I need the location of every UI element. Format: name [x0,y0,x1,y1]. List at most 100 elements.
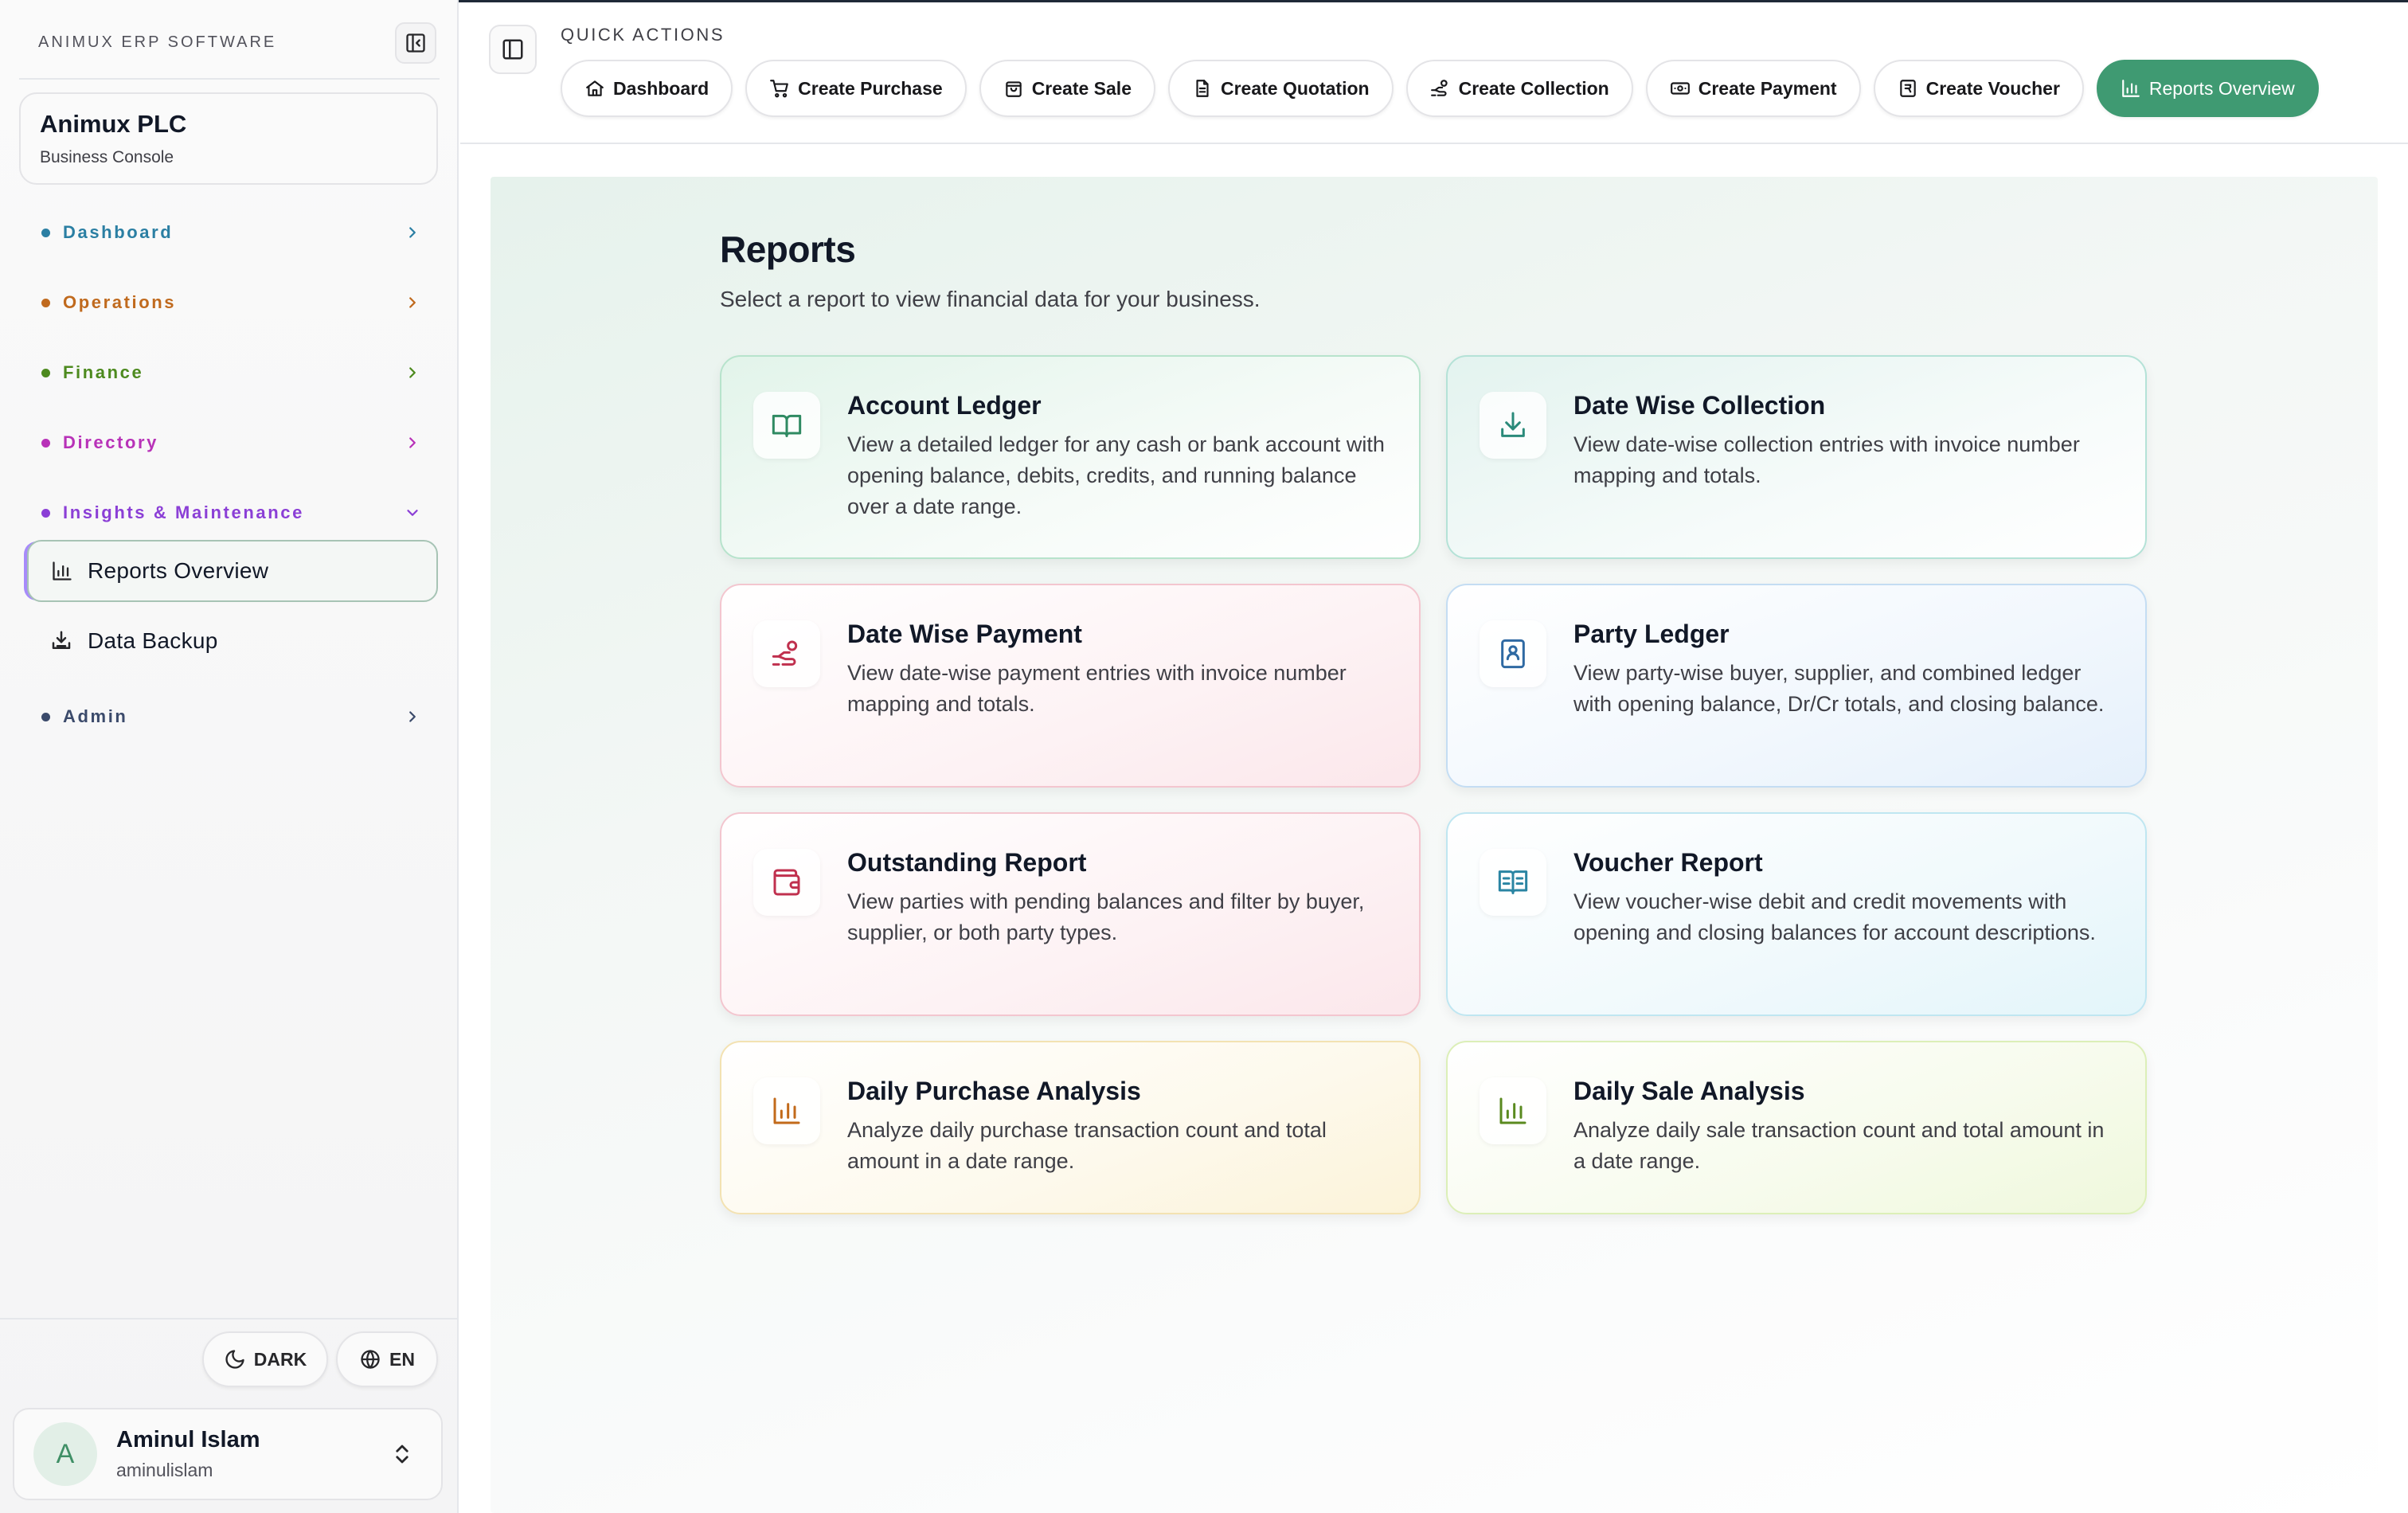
sidebar-group-directory[interactable]: Directory [19,419,438,467]
report-card-description: View date-wise payment entries with invo… [847,661,1347,717]
cart-icon [770,80,788,98]
bar-chart-icon [753,1077,820,1144]
report-card-daily-purchase-analysis[interactable]: Daily Purchase Analysis Analyze daily pu… [720,1041,1421,1214]
report-card-description: View party-wise buyer, supplier, and com… [1573,661,2105,717]
report-card-description: Analyze daily purchase transaction count… [847,1118,1327,1174]
hand-coins-icon [753,620,820,687]
report-card-title: Voucher Report [1573,848,1763,877]
page-subtitle: Select a report to view financial data f… [720,287,1261,311]
panel-left-icon [502,39,523,60]
group-dot [41,228,50,237]
report-card-description: View a detailed ledger for any cash or b… [847,432,1385,519]
organization-name: Animux PLC [40,110,187,138]
quick-action-create-payment[interactable]: Create Payment [1645,60,1861,117]
group-dot [41,438,50,448]
chevrons-up-down-icon[interactable] [382,1434,422,1474]
sidebar-group-label: Dashboard [63,222,174,242]
quick-action-reports-overview[interactable]: Reports Overview [2096,60,2319,117]
report-card-description: Analyze daily sale transaction count and… [1573,1118,2105,1174]
sidebar-group-finance[interactable]: Finance [19,349,438,397]
sidebar-group-insights[interactable]: Insights & Maintenance [19,489,438,537]
sidebar-group-admin[interactable]: Admin [19,693,438,741]
organization-card[interactable]: Animux PLC Business Console [19,92,438,185]
page-title: Reports [720,229,856,270]
report-card-date-wise-collection[interactable]: Date Wise Collection View date-wise coll… [1446,355,2147,559]
report-card-outstanding-report[interactable]: Outstanding Report View parties with pen… [720,812,1421,1016]
home-icon [586,80,604,96]
chevron-right-icon [397,427,428,459]
quick-action-label: Create Purchase [798,77,943,99]
report-card-date-wise-payment[interactable]: Date Wise Payment View date-wise payment… [720,584,1421,788]
quick-action-create-collection[interactable]: Create Collection [1405,60,1633,117]
quick-action-create-voucher[interactable]: Create Voucher [1873,60,2084,117]
wallet-icon [753,849,820,916]
user-menu[interactable]: A Aminul Islam aminulislam [13,1408,443,1500]
download-tray-icon [1480,392,1546,459]
quick-action-label: Create Payment [1698,77,1837,99]
sidebar-item-data-backup[interactable]: Data Backup [27,610,438,672]
chevron-right-icon [397,287,428,319]
quick-action-create-sale[interactable]: Create Sale [979,60,1155,117]
chevron-right-icon [397,701,428,733]
report-card-daily-sale-analysis[interactable]: Daily Sale Analysis Analyze daily sale t… [1446,1041,2147,1214]
bar-chart-icon [2122,80,2140,97]
report-card-title: Account Ledger [847,391,1042,420]
quick-action-create-purchase[interactable]: Create Purchase [745,60,967,117]
bar-chart-icon [53,561,72,581]
bag-icon [1005,81,1022,97]
report-card-title: Daily Sale Analysis [1573,1077,1805,1105]
quick-action-label: Create Voucher [1925,77,2060,99]
hand-coins-icon [1430,80,1448,96]
user-handle: aminulislam [116,1460,213,1480]
download-tray-icon [52,631,71,649]
language-toggle-label: EN [389,1348,415,1370]
quick-action-dashboard[interactable]: Dashboard [561,60,733,117]
quick-action-create-quotation[interactable]: Create Quotation [1168,60,1394,117]
chevron-right-icon [397,217,428,248]
globe-icon [361,1350,380,1369]
book-open-icon [753,392,820,459]
sidebar-group-operations[interactable]: Operations [19,279,438,326]
user-name: Aminul Islam [116,1427,260,1452]
sidebar-toggle-button[interactable] [489,25,537,74]
sidebar-item-label: Reports Overview [88,558,269,583]
sidebar-divider [19,78,440,80]
quick-action-label: Create Sale [1031,77,1132,99]
bar-chart-icon [1480,1077,1546,1144]
theme-toggle-label: DARK [253,1348,307,1370]
group-dot [41,368,50,377]
report-card-title: Outstanding Report [847,848,1087,877]
quick-action-label: Create Quotation [1221,77,1370,99]
quick-actions-bar: Dashboard Create Purchase Create Sale Cr… [561,60,2319,117]
report-card-voucher-report[interactable]: Voucher Report View voucher-wise debit a… [1446,812,2147,1016]
sidebar-group-label: Finance [63,362,144,382]
theme-toggle-button[interactable]: DARK [202,1331,328,1387]
report-card-description: View date-wise collection entries with i… [1573,432,2080,488]
group-dot [41,508,50,518]
avatar: A [33,1422,97,1486]
report-card-title: Date Wise Collection [1573,391,1826,420]
sidebar-group-dashboard[interactable]: Dashboard [19,209,438,256]
chevron-down-icon [397,497,428,529]
sidebar-collapse-button[interactable] [395,22,436,64]
panel-left-close-icon [406,33,425,53]
voucher-icon [1899,80,1916,97]
group-dot [41,712,50,721]
report-card-party-ledger[interactable]: Party Ledger View party-wise buyer, supp… [1446,584,2147,788]
report-card-title: Daily Purchase Analysis [847,1077,1141,1105]
report-card-account-ledger[interactable]: Account Ledger View a detailed ledger fo… [720,355,1421,559]
sidebar-group-label: Admin [63,706,128,726]
report-card-title: Date Wise Payment [847,620,1082,648]
sidebar: ANIMUX ERP SOFTWARE Animux PLC Business … [0,0,459,1513]
document-icon [1196,80,1209,97]
report-card-description: View voucher-wise debit and credit movem… [1573,889,2096,945]
book-columns-icon [1480,849,1546,916]
report-card-title: Party Ledger [1573,620,1730,648]
sidebar-item-label: Data Backup [88,628,218,653]
organization-subtitle: Business Console [40,148,174,166]
sidebar-item-reports-overview[interactable]: Reports Overview [27,540,438,602]
sidebar-group-label: Operations [63,292,177,312]
language-toggle-button[interactable]: EN [336,1331,438,1387]
quick-action-label: Dashboard [613,77,710,99]
moon-icon [225,1350,244,1369]
